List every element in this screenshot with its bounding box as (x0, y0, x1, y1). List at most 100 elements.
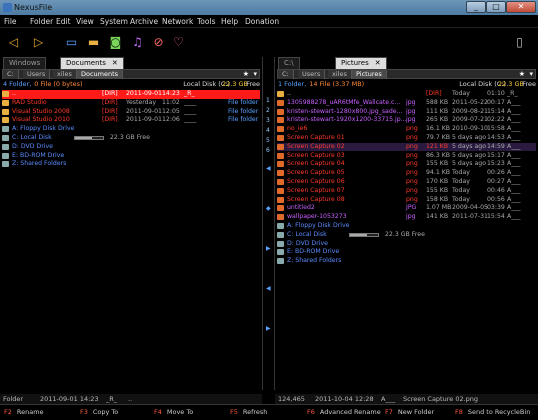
breadcrumb-1[interactable]: Users (23, 70, 51, 79)
fkey-action: Refresh (242, 408, 268, 416)
pane-switch-3[interactable]: 3 (266, 117, 270, 124)
list-item[interactable]: kristen-stewart-1280x800.jpg_sade... jpg 1… (277, 108, 536, 117)
file-c4: A___ (507, 195, 521, 203)
arrow-icon[interactable]: ◀ (266, 285, 271, 292)
menu-system[interactable]: System (100, 17, 128, 26)
fkey-f2-button[interactable]: F2 Rename (4, 408, 44, 416)
list-item[interactable]: Screen Capture 08 png 158 KB Today 00:56 A___ (277, 196, 536, 205)
list-item[interactable]: Screen Capture 05 png 94.1 KB Today 00:26 A__… (277, 169, 536, 178)
list-item[interactable]: E: BD-ROM Drive (277, 248, 536, 257)
list-item[interactable]: Screen Capture 07 png 155 KB Today 00:46 A___ (277, 187, 536, 196)
fkey-f7-button[interactable]: F7 New Folder (385, 408, 434, 416)
pane-switch-6[interactable]: 6 (266, 147, 270, 154)
menu-file[interactable]: File (4, 17, 17, 26)
no-button[interactable]: ⊘ (150, 33, 167, 50)
list-item[interactable]: A: Floppy Disk Drive (2, 125, 260, 134)
file-c1: 121 KB (426, 142, 449, 150)
list-item[interactable]: Screen Capture 04 png 155 KB 5 days ago 15:2… (277, 160, 536, 169)
tab-left-1[interactable]: Documents ✕ (60, 57, 124, 69)
menu-help[interactable]: Help (221, 17, 238, 26)
star-icon[interactable]: ★ (519, 70, 525, 78)
menu-bar: File Folder Edit View System Archive Network To… (0, 15, 538, 28)
list-item[interactable]: C: Local Disk 22.3 GB Free (277, 231, 536, 240)
list-item[interactable]: 1305988278_uAR6tMfe_Wallcate.c... jpg 588 … (277, 99, 536, 108)
fkey-f5-button[interactable]: F5 Refresh (230, 408, 267, 416)
list-item[interactable]: .. [DIR] Today 01:10 _R_ (277, 90, 536, 99)
list-item[interactable]: no_ie6 png 16.1 KB 2010-09-10 15:58 A___ (277, 125, 536, 134)
list-item[interactable]: D: DVD Drive (2, 143, 260, 152)
menu-view[interactable]: View (76, 17, 94, 26)
breadcrumb-3[interactable]: Pictures (352, 70, 387, 79)
fkey-f3-button[interactable]: F3 Copy To (80, 408, 118, 416)
breadcrumb-0[interactable]: C: (3, 70, 19, 79)
star-icon[interactable]: ★ (243, 70, 249, 78)
file-c1: 588 KB (426, 98, 449, 106)
info-text: File (3.37 MB) (319, 80, 365, 88)
list-item[interactable]: Screen Capture 01 png 79.7 KB 5 days ago 14:… (277, 134, 536, 143)
file-name: Z: Shared Folders (287, 257, 342, 265)
pane-switch-2[interactable]: 2 (266, 107, 270, 114)
list-item[interactable]: Visual Studio 2010 [DIR] 2011-09-01 12:06 __… (2, 116, 260, 125)
heart-button[interactable]: ♡ (170, 33, 187, 50)
fkey-f6-button[interactable]: F6 Advanced Rename (307, 408, 381, 416)
camera-button[interactable]: ◙ (107, 33, 124, 50)
menu-donation[interactable]: Donation (245, 17, 279, 26)
list-item[interactable]: D: DVD Drive (277, 240, 536, 249)
list-item[interactable]: wallpaper-1053273 jpg 141 KB 2011-07-31 15:5… (277, 213, 536, 222)
menu-edit[interactable]: Edit (56, 17, 71, 26)
list-item[interactable]: Z: Shared Folders (2, 160, 260, 169)
file-c4: A___ (507, 107, 521, 115)
breadcrumb-2[interactable]: xiles (328, 70, 352, 79)
tab-left-0[interactable]: Windows (3, 57, 47, 69)
fkey-f4-button[interactable]: F4 Move To (154, 408, 193, 416)
back-button[interactable]: ◁ (5, 33, 22, 50)
menu-archive[interactable]: Archive (130, 17, 158, 26)
pane-switch-1[interactable]: 1 (266, 97, 270, 104)
close-button[interactable]: ✕ (506, 1, 536, 13)
monitor-button[interactable]: ▭ (63, 33, 80, 50)
left-address-bar[interactable]: C: Users xiles Documents ★ ▾ (2, 69, 260, 79)
breadcrumb-0[interactable]: C: (278, 70, 294, 79)
maximize-button[interactable]: □ (486, 1, 506, 13)
arrow-icon[interactable]: ▶ (266, 325, 271, 332)
file-c0: png (406, 195, 418, 203)
tab-close-icon[interactable]: ✕ (375, 59, 381, 67)
right-address-bar[interactable]: C: Users xiles Pictures ★ ▾ (277, 69, 536, 79)
list-item[interactable]: .. [DIR] 2011-09-01 14:23 _R_ (2, 90, 260, 99)
file-c1: 170 KB (426, 178, 449, 185)
list-item[interactable]: E: BD-ROM Drive (2, 152, 260, 161)
breadcrumb-2[interactable]: xiles (53, 70, 77, 79)
menu-tools[interactable]: Tools (197, 17, 215, 26)
list-item[interactable]: A: Floppy Disk Drive (277, 222, 536, 231)
pane-switch-5[interactable]: 5 (266, 137, 270, 144)
list-item[interactable]: Screen Capture 03 png 86.3 KB 5 days ago 15:… (277, 152, 536, 161)
disk-usage-fill (75, 137, 92, 139)
list-item[interactable]: C: Local Disk 22.3 GB Free (2, 134, 260, 143)
tab-right-0[interactable]: C:\ (278, 57, 300, 69)
tab-right-1[interactable]: Pictures ✕ (335, 57, 387, 69)
minimize-button[interactable]: _ (466, 1, 486, 13)
list-item[interactable]: RAD Studio [DIR] Yesterday 11:02 ____ File fo… (2, 99, 260, 108)
trash-button[interactable]: ▯ (511, 33, 528, 50)
breadcrumb-3[interactable]: Documents (77, 70, 124, 79)
folder-button[interactable]: ▬ (85, 33, 102, 50)
chevron-down-icon[interactable]: ▾ (529, 70, 533, 78)
forward-button[interactable]: ▷ (30, 33, 47, 50)
arrow-icon[interactable]: ◀ (266, 165, 271, 172)
menu-folder[interactable]: Folder (30, 17, 53, 26)
list-item[interactable]: kristen-stewart-1920x1200-33715.jp... jpg… (277, 116, 536, 125)
list-item[interactable]: Z: Shared Folders (277, 257, 536, 266)
list-item[interactable]: untitled2 JPG 1.07 MB 2009-04-05 03:39 A___ (277, 204, 536, 213)
fkey-f8-button[interactable]: F8 Send to RecycleBin (455, 408, 530, 416)
menu-network[interactable]: Network (162, 17, 193, 26)
list-item[interactable]: Screen Capture 02 png 121 KB 5 days ago 14:5… (277, 142, 536, 152)
arrow-icon[interactable]: ▶ (266, 245, 271, 252)
pane-switch-4[interactable]: 4 (266, 127, 270, 134)
tab-close-icon[interactable]: ✕ (112, 59, 118, 67)
arrow-icon[interactable]: ◆ (266, 205, 271, 212)
list-item[interactable]: Visual Studio 2008 [DIR] 2011-09-01 12:05 __… (2, 108, 260, 117)
chevron-down-icon[interactable]: ▾ (253, 70, 257, 78)
music-button[interactable]: ♫ (129, 33, 146, 50)
breadcrumb-1[interactable]: Users (298, 70, 326, 79)
list-item[interactable]: Screen Capture 06 png 170 KB Today 00:27 A___ (277, 178, 536, 187)
